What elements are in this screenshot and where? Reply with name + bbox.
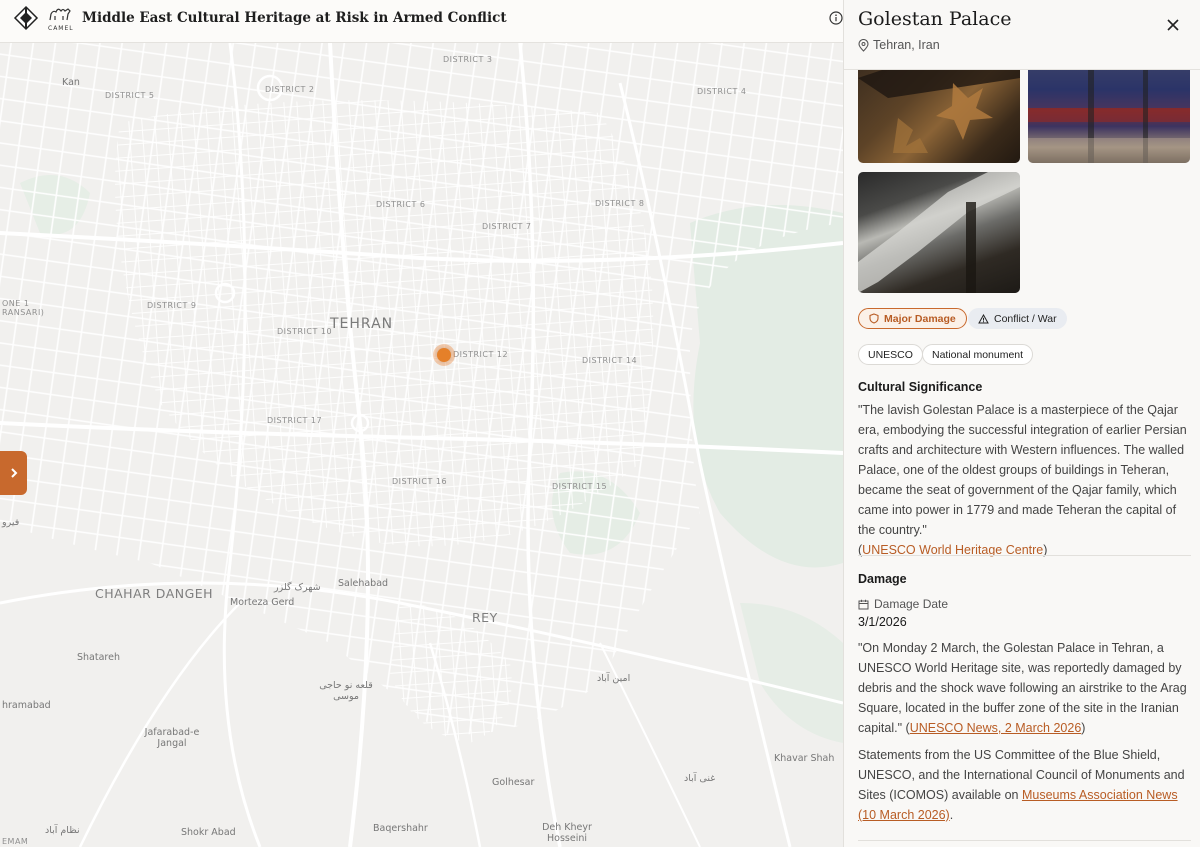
app-title: Middle East Cultural Heritage at Risk in…: [82, 10, 507, 26]
place-label: Baqershahr: [373, 823, 428, 834]
camel-icon: [49, 8, 71, 21]
photo-art: [858, 172, 1020, 293]
heritage-site-marker[interactable]: [433, 344, 455, 366]
panel-header: Golestan Palace Tehran, Iran: [844, 0, 1200, 70]
district-label: DISTRICT 5: [105, 91, 155, 100]
place-label: Morteza Gerd: [230, 597, 295, 608]
damage-heading: Damage: [858, 572, 907, 586]
city-label-tehran: TEHRAN: [330, 316, 394, 332]
photo-art: [1028, 58, 1190, 163]
calendar-icon: [858, 599, 869, 609]
site-photo[interactable]: [858, 58, 1020, 163]
site-location: Tehran, Iran: [858, 38, 940, 52]
close-icon[interactable]: [1164, 16, 1182, 34]
expand-sidebar-button[interactable]: [0, 451, 27, 495]
section-divider: [858, 840, 1191, 841]
damage-date-label: Damage Date: [858, 597, 948, 611]
district-label: DISTRICT 12: [453, 350, 509, 359]
cultural-significance-text: "The lavish Golestan Palace is a masterp…: [858, 400, 1194, 560]
chevron-right-icon: [10, 468, 17, 478]
threat-type-badge[interactable]: Conflict / War: [968, 308, 1067, 329]
place-label: RANSARI): [2, 308, 45, 317]
damage-level-label: Major Damage: [884, 312, 956, 325]
place-label: Jafarabad-e Jangal: [144, 727, 200, 749]
district-label: DISTRICT 6: [376, 200, 426, 209]
district-label: DISTRICT 3: [443, 55, 493, 64]
place-label: CHAHAR DANGEH: [95, 586, 214, 601]
place-label: hramabad: [2, 700, 51, 711]
place-label: Shokr Abad: [181, 827, 236, 838]
site-photo[interactable]: [858, 172, 1020, 293]
place-label: فیرو: [2, 517, 20, 528]
district-label: DISTRICT 10: [277, 327, 333, 336]
info-icon[interactable]: [829, 11, 843, 25]
place-label: امین آباد: [597, 673, 631, 684]
map-pin-icon: [858, 38, 869, 52]
site-title: Golestan Palace: [858, 8, 1012, 30]
site-photo[interactable]: [1028, 58, 1190, 163]
place-label: EMAM: [2, 837, 29, 846]
unesco-news-link[interactable]: UNESCO News, 2 March 2026: [910, 721, 1082, 735]
camel-logo[interactable]: CAMEL: [47, 4, 73, 34]
place-label: Salehabad: [338, 578, 389, 589]
photo-art: [858, 58, 1020, 153]
shield-icon: [869, 313, 879, 324]
district-label: DISTRICT 14: [582, 356, 638, 365]
district-label: DISTRICT 15: [552, 482, 608, 491]
place-label: غنی آباد: [684, 773, 716, 784]
place-label: Khavar Shah: [774, 753, 835, 764]
app-header: CAMEL Middle East Cultural Heritage at R…: [0, 0, 843, 43]
place-label: شهرک گلزر: [274, 582, 321, 593]
place-label: قلعه نو حاجی موسی: [319, 680, 373, 702]
place-label: ONE 1: [2, 299, 30, 308]
threat-type-label: Conflict / War: [994, 312, 1057, 325]
site-location-text: Tehran, Iran: [873, 38, 940, 52]
place-label: Golhesar: [492, 777, 535, 788]
paren-close: ): [1081, 721, 1086, 735]
place-label: REY: [472, 610, 498, 625]
district-label: DISTRICT 2: [265, 85, 315, 94]
district-label: DISTRICT 16: [392, 477, 448, 486]
app-root: CAMEL Middle East Cultural Heritage at R…: [0, 0, 1200, 847]
site-logo-icon[interactable]: [13, 5, 39, 31]
place-label: Shatareh: [77, 652, 120, 663]
cultural-significance-heading: Cultural Significance: [858, 380, 983, 394]
warning-icon: [978, 313, 989, 323]
place-label: نظام آباد: [45, 825, 80, 836]
statements-text: Statements from the US Committee of the …: [858, 745, 1194, 825]
significance-quote: "The lavish Golestan Palace is a masterp…: [858, 403, 1187, 537]
section-divider: [858, 555, 1191, 556]
place-label: Kan: [62, 77, 80, 88]
designation-tag[interactable]: UNESCO: [858, 344, 923, 365]
district-label: DISTRICT 17: [267, 416, 323, 425]
designation-tag[interactable]: National monument: [922, 344, 1034, 365]
district-label: DISTRICT 9: [147, 301, 197, 310]
damage-description: "On Monday 2 March, the Golestan Palace …: [858, 638, 1194, 738]
district-label: DISTRICT 7: [482, 222, 532, 231]
map-base-layer: [0, 43, 843, 847]
camel-logo-text: CAMEL: [48, 25, 74, 32]
district-label: DISTRICT 4: [697, 87, 747, 96]
site-detail-panel: Golestan Palace Tehran, Iran Major Damag…: [843, 0, 1200, 847]
damage-level-badge[interactable]: Major Damage: [858, 308, 967, 329]
damage-date-label-text: Damage Date: [874, 597, 949, 611]
damage-date-value: 3/1/2026: [858, 615, 907, 629]
map-view[interactable]: DISTRICT 3 DISTRICT 2 DISTRICT 4 DISTRIC…: [0, 43, 843, 847]
period: .: [949, 808, 954, 822]
place-label: Deh Kheyr Hosseini: [542, 822, 592, 844]
district-label: DISTRICT 8: [595, 199, 645, 208]
